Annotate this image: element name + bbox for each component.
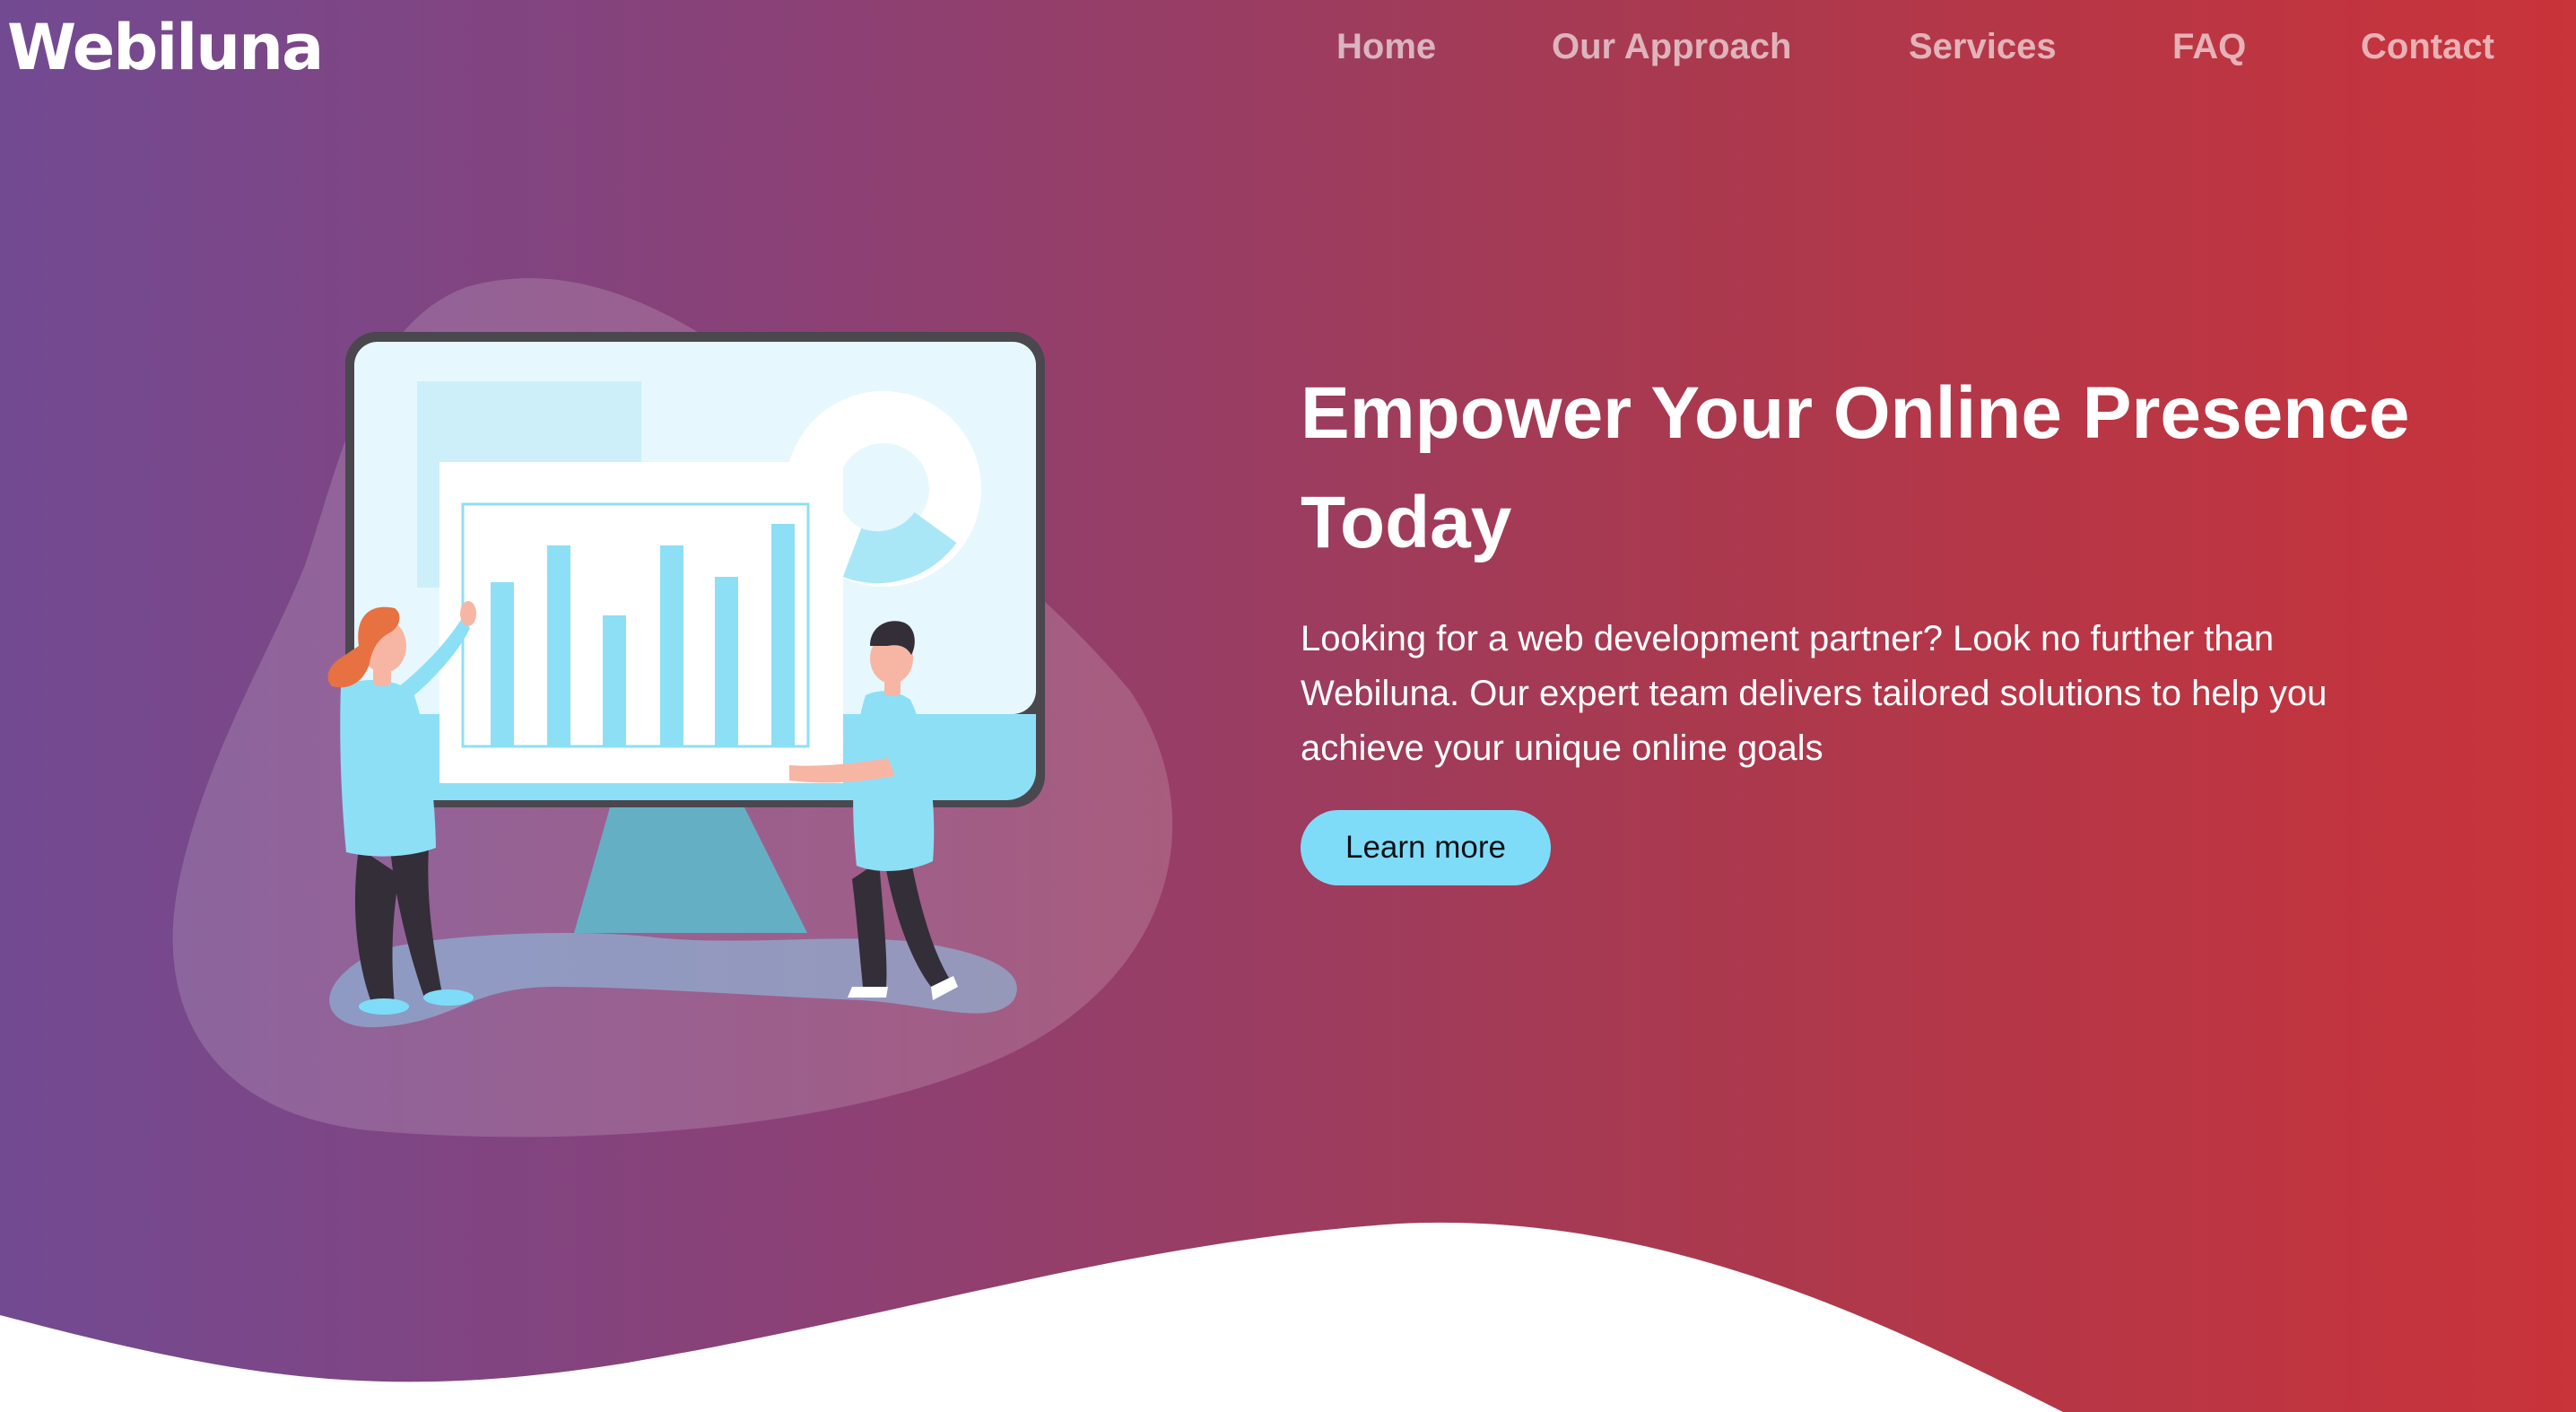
nav-link-home[interactable]: Home xyxy=(1336,27,1436,67)
chart-bar-5 xyxy=(715,577,738,746)
bottom-wave-divider xyxy=(0,1222,2063,1412)
analytics-presentation-illustration xyxy=(172,278,1173,1137)
hero-description: Looking for a web development partner? L… xyxy=(1301,619,2328,768)
chart-bar-3 xyxy=(603,615,626,746)
chart-bar-2 xyxy=(547,545,570,746)
hero-title: Empower Your Online Presence Today xyxy=(1301,372,2410,563)
chart-bar-1 xyxy=(491,582,514,746)
donut-segment xyxy=(842,511,957,584)
chart-bar-4 xyxy=(660,545,683,746)
nav-link-services[interactable]: Services xyxy=(1909,27,2057,67)
nav-link-contact[interactable]: Contact xyxy=(2361,27,2494,67)
chart-bar-6 xyxy=(771,524,795,746)
main-nav: Home Our Approach Services FAQ Contact xyxy=(0,27,2576,77)
nav-link-faq[interactable]: FAQ xyxy=(2172,27,2246,67)
learn-more-button[interactable]: Learn more xyxy=(1301,810,1551,885)
hero-section: Empower Your Online Presence Today Looki… xyxy=(1301,359,2422,885)
nav-link-our-approach[interactable]: Our Approach xyxy=(1552,27,1791,67)
